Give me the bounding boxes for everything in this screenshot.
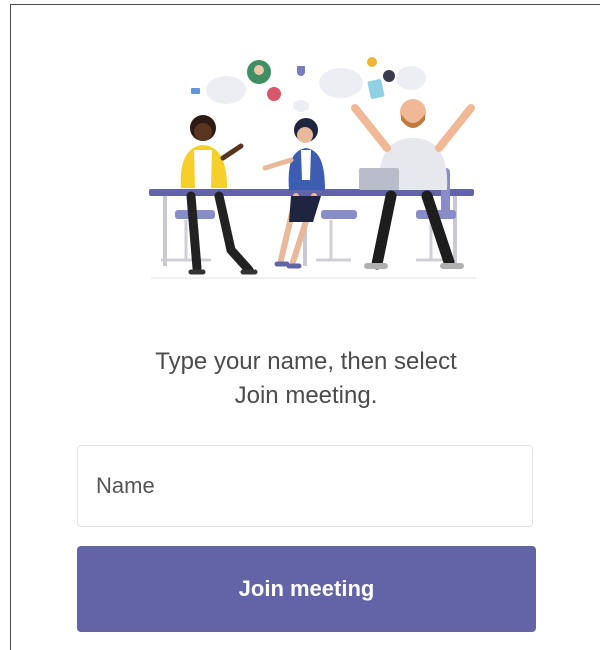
instruction-text: Type your name, then select Join meeting…: [11, 345, 600, 413]
laptop-icon: [359, 168, 399, 190]
join-screen: Type your name, then select Join meeting…: [10, 4, 600, 650]
speech-bubble: [396, 66, 426, 90]
name-input[interactable]: [78, 446, 532, 526]
speech-bubble: [293, 100, 309, 112]
name-field[interactable]: [77, 445, 533, 527]
instruction-line-2: Join meeting.: [234, 382, 378, 409]
trophy-icon: [297, 66, 305, 76]
speech-bubble: [206, 76, 246, 104]
join-meeting-button[interactable]: Join meeting: [77, 546, 536, 632]
instruction-line-1: Type your name, then select: [155, 348, 457, 375]
speech-bubble: [319, 68, 363, 98]
emoji-icon: [367, 57, 377, 67]
avatar-bubble: [267, 87, 281, 101]
team-meeting-illustration: [149, 57, 476, 279]
avatar-bubble: [383, 70, 395, 82]
document-icon: [367, 79, 385, 99]
camera-icon: [191, 88, 200, 94]
